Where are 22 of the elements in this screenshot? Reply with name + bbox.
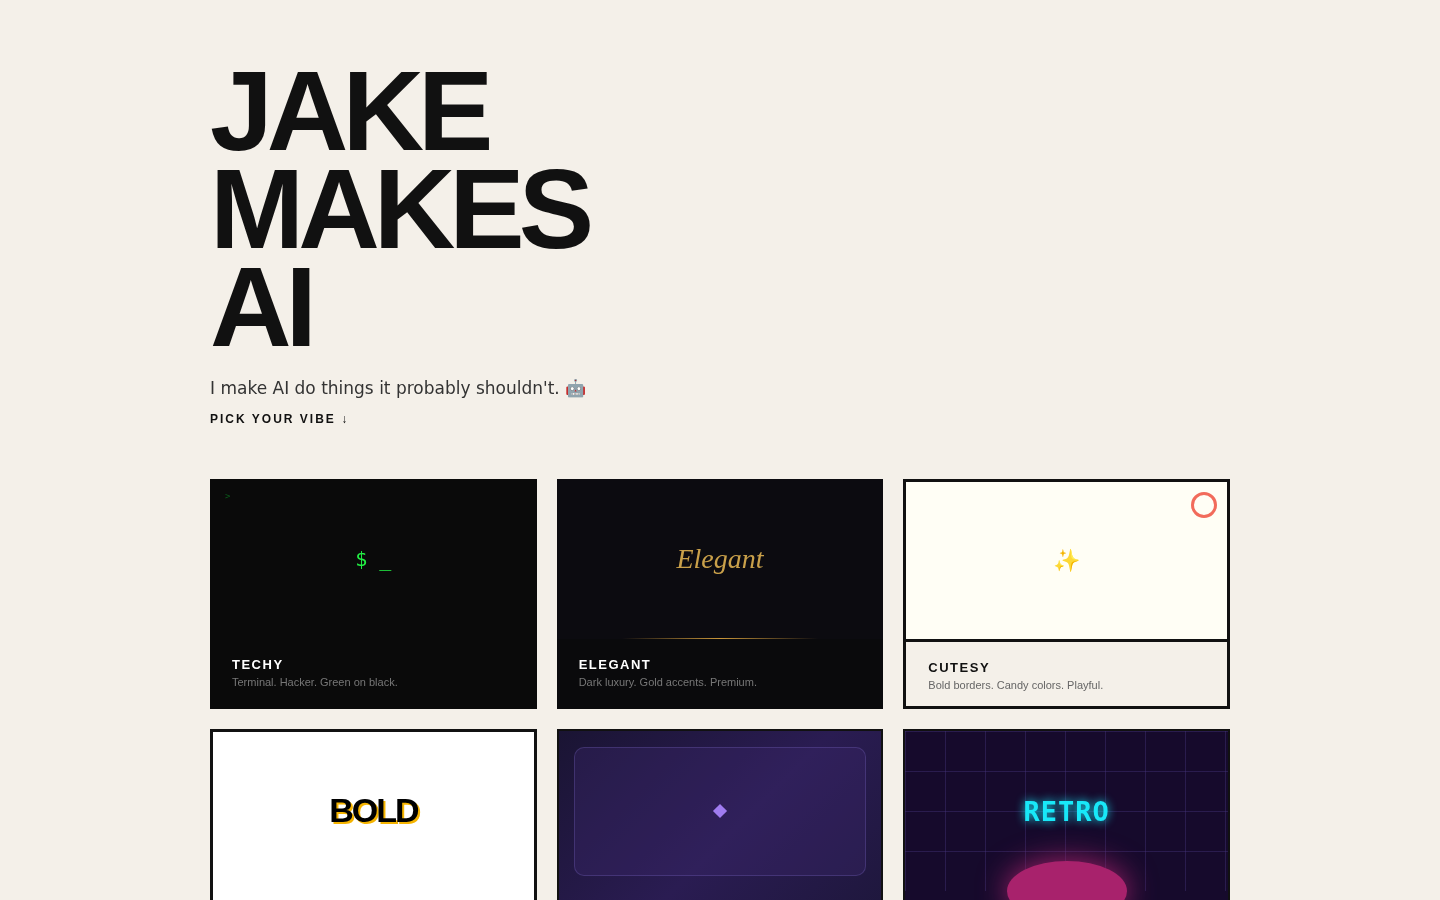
- card-description: Bold borders. Candy colors. Playful.: [928, 679, 1104, 691]
- prompt-symbol: >: [225, 491, 231, 501]
- pick-vibe-link[interactable]: PICK YOUR VIBE ↓: [210, 412, 350, 426]
- vibe-card[interactable]: Elegant ELEGANT Dark luxury. Gold accents. Premium.: [556, 479, 884, 709]
- card-description: Terminal. Hacker. Green on black.: [232, 676, 398, 688]
- card-title: TECHY: [232, 657, 284, 672]
- card-title: CUTESY: [928, 660, 991, 675]
- terminal-prompt: $ _: [355, 547, 392, 571]
- vibe-card[interactable]: > $ _ TECHY Terminal. Hacker. Green on black.: [210, 479, 537, 709]
- vibe-card[interactable]: BOLD: [210, 729, 537, 900]
- card-title: ELEGANT: [578, 657, 652, 672]
- tagline: I make AI do things it probably shouldn't. 🤖: [210, 378, 588, 398]
- hero-title: JAKE MAKES AI: [210, 62, 590, 356]
- retro-wordmark: RETRO: [1023, 795, 1110, 827]
- sparkles-emoji: ✨: [1053, 547, 1081, 574]
- bold-wordmark: BOLD: [329, 791, 418, 830]
- vibe-card[interactable]: ✨ CUTESY Bold borders. Candy colors. Playful.: [903, 479, 1230, 709]
- vibe-card[interactable]: RETRO: [903, 729, 1230, 900]
- circle-icon: [1191, 492, 1217, 518]
- vibe-card[interactable]: [556, 729, 884, 900]
- elegant-script: Elegant: [676, 543, 764, 575]
- card-description: Dark luxury. Gold accents. Premium.: [578, 676, 757, 688]
